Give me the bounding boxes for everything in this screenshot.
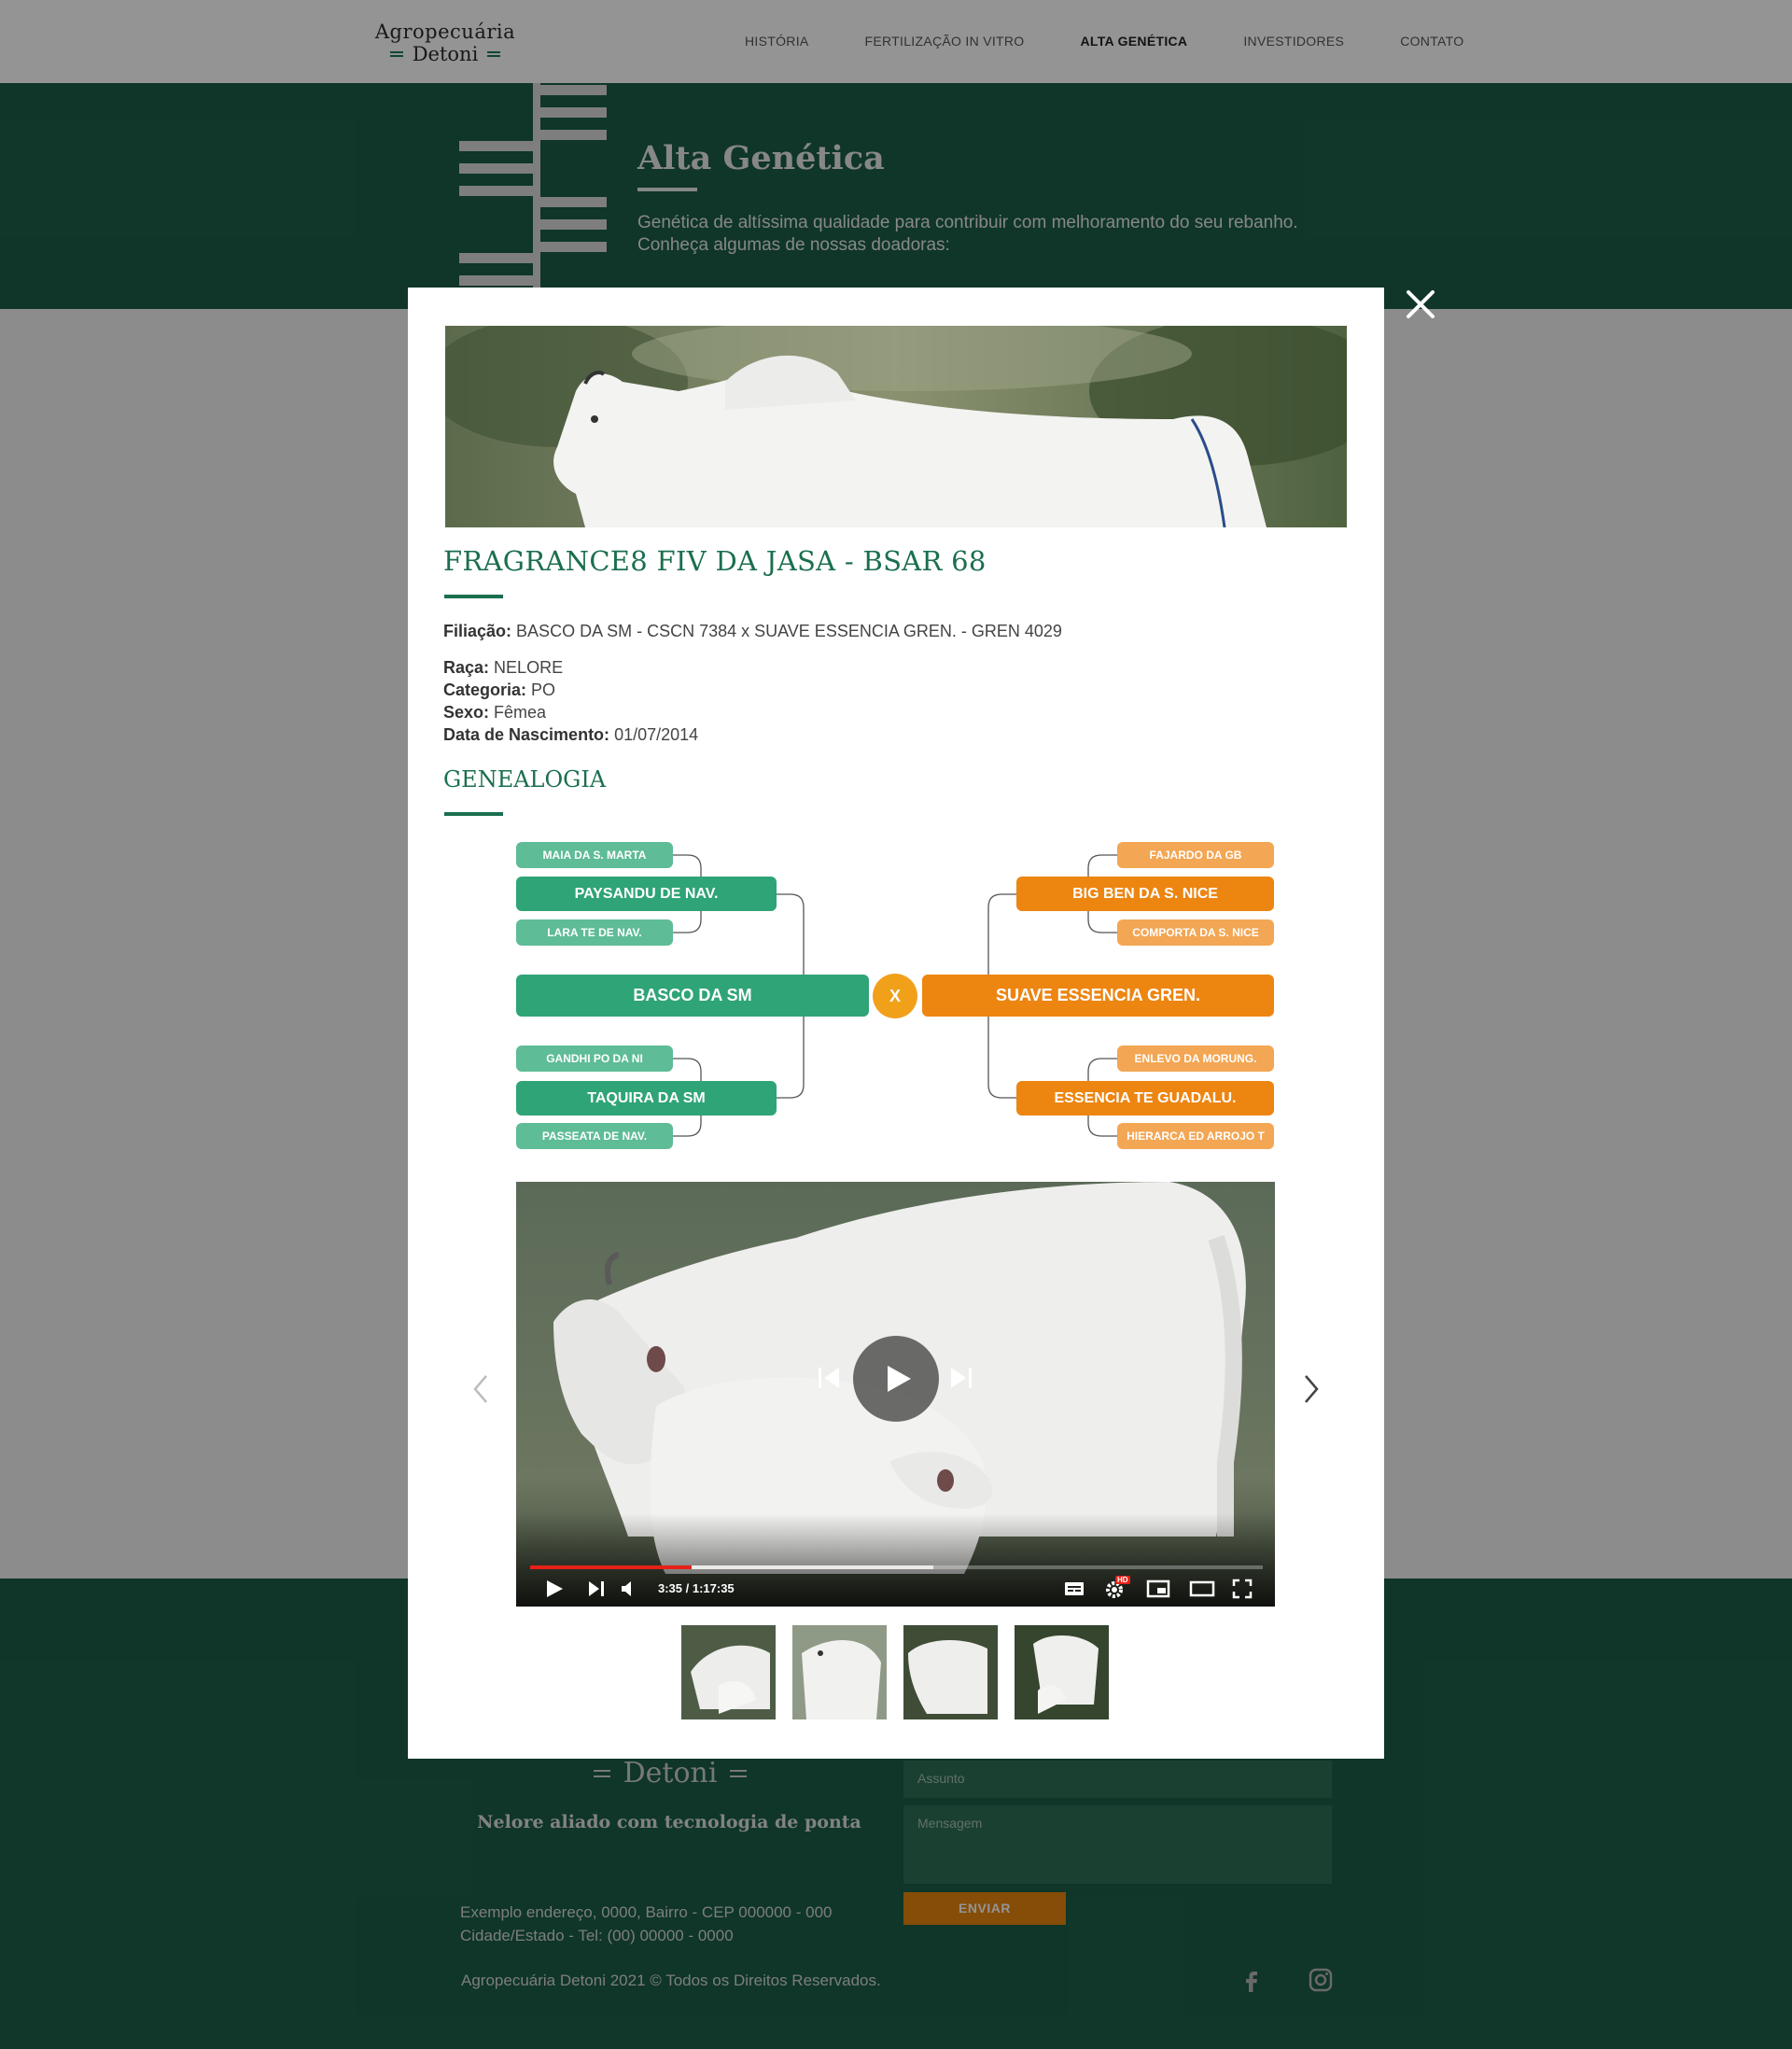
- genealogy-dam-dam-dam: HIERARCA ED ARROJO T: [1117, 1123, 1274, 1149]
- close-icon[interactable]: [1400, 284, 1441, 325]
- animal-name-title: FRAGRANCE8 FIV DA JASA - BSAR 68: [443, 545, 987, 577]
- genealogy-sire-sire: PAYSANDU DE NAV.: [516, 877, 777, 911]
- genealogy-dam-sire-sire: FAJARDO DA GB: [1117, 842, 1274, 868]
- next-icon[interactable]: [947, 1364, 975, 1392]
- chevron-right-icon[interactable]: [1296, 1370, 1324, 1408]
- genealogy-sire: BASCO DA SM: [516, 975, 869, 1017]
- sexo-label: Sexo:: [443, 703, 490, 722]
- raca-row: Raça: NELORE: [443, 656, 563, 679]
- genealogy-dam-dam: ESSENCIA TE GUADALU.: [1016, 1081, 1274, 1116]
- nascimento-row: Data de Nascimento: 01/07/2014: [443, 723, 698, 746]
- gallery-thumbnail[interactable]: [681, 1625, 776, 1719]
- video-time: 3:35 / 1:17:35: [658, 1581, 735, 1595]
- play-icon[interactable]: [544, 1579, 565, 1599]
- genealogia-underline: [444, 812, 503, 816]
- nascimento-label: Data de Nascimento:: [443, 725, 610, 744]
- animal-detail-modal: FRAGRANCE8 FIV DA JASA - BSAR 68 Filiaçã…: [408, 288, 1384, 1759]
- miniplayer-icon[interactable]: [1146, 1579, 1170, 1599]
- play-icon[interactable]: [853, 1336, 939, 1422]
- genealogy-dam-dam-sire: ENLEVO DA MORUNG.: [1117, 1046, 1274, 1072]
- volume-icon[interactable]: [619, 1579, 639, 1599]
- chevron-left-icon[interactable]: [468, 1370, 496, 1408]
- genealogia-title: GENEALOGIA: [443, 766, 607, 793]
- subtitles-icon[interactable]: [1063, 1579, 1085, 1599]
- categoria-label: Categoria:: [443, 681, 527, 699]
- gallery-thumbnail[interactable]: [903, 1625, 998, 1719]
- raca-value: NELORE: [494, 658, 564, 677]
- previous-icon[interactable]: [815, 1364, 843, 1392]
- genealogy-sire-sire-dam: LARA TE DE NAV.: [516, 919, 673, 946]
- next-icon[interactable]: [586, 1579, 607, 1599]
- sexo-row: Sexo: Fêmea: [443, 701, 546, 723]
- animal-banner-image: [445, 326, 1347, 527]
- nascimento-value: 01/07/2014: [614, 725, 699, 744]
- genealogy-dam: SUAVE ESSENCIA GREN.: [922, 975, 1274, 1017]
- filiacao-label: Filiação:: [443, 622, 512, 640]
- genealogy-cross-badge: X: [873, 974, 917, 1018]
- genealogy-sire-dam: TAQUIRA DA SM: [516, 1081, 777, 1116]
- video-player[interactable]: 3:35 / 1:17:35 HD: [516, 1182, 1275, 1607]
- genealogy-sire-dam-sire: GANDHI PO DA NI: [516, 1046, 673, 1072]
- title-underline: [444, 595, 503, 598]
- theater-icon[interactable]: [1189, 1579, 1215, 1599]
- filiacao-row: Filiação: BASCO DA SM - CSCN 7384 x SUAV…: [443, 620, 1062, 642]
- gallery-thumbnail[interactable]: [792, 1625, 887, 1719]
- categoria-row: Categoria: PO: [443, 679, 555, 701]
- settings-icon[interactable]: HD: [1104, 1576, 1130, 1600]
- sexo-value: Fêmea: [494, 703, 547, 722]
- genealogy-dam-sire-dam: COMPORTA DA S. NICE: [1117, 919, 1274, 946]
- gallery-thumbnail[interactable]: [1015, 1625, 1109, 1719]
- video-progress-bar[interactable]: [530, 1565, 1263, 1569]
- genealogy-sire-dam-dam: PASSEATA DE NAV.: [516, 1123, 673, 1149]
- filiacao-value: BASCO DA SM - CSCN 7384 x SUAVE ESSENCIA…: [516, 622, 1062, 640]
- hd-badge: HD: [1115, 1576, 1130, 1584]
- genealogy-sire-sire-sire: MAIA DA S. MARTA: [516, 842, 673, 868]
- categoria-value: PO: [531, 681, 556, 699]
- raca-label: Raça:: [443, 658, 490, 677]
- video-played-bar: [530, 1565, 692, 1569]
- fullscreen-icon[interactable]: [1232, 1579, 1253, 1599]
- genealogy-dam-sire: BIG BEN DA S. NICE: [1016, 877, 1274, 911]
